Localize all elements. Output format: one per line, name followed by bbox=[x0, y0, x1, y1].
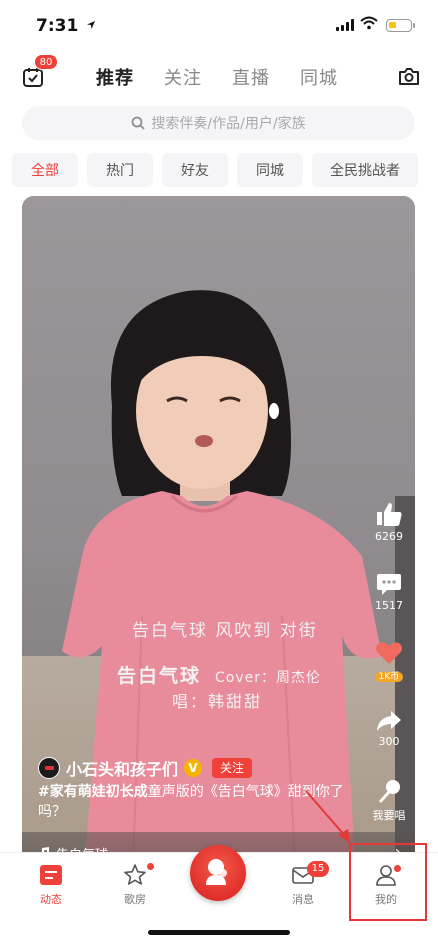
comment-button[interactable]: 1517 bbox=[366, 572, 412, 612]
like-count: 6269 bbox=[375, 530, 403, 543]
feed-icon bbox=[40, 865, 62, 885]
tab-local[interactable]: 同城 bbox=[300, 64, 338, 90]
messages-badge: 15 bbox=[307, 861, 329, 877]
like-button[interactable]: 6269 bbox=[366, 501, 412, 543]
comment-count: 1517 bbox=[375, 599, 403, 612]
star-icon bbox=[124, 864, 146, 885]
nav-ktv-room-label: 歌房 bbox=[124, 893, 146, 906]
sing-center-button[interactable] bbox=[190, 845, 246, 901]
share-icon bbox=[377, 711, 401, 731]
home-indicator bbox=[148, 930, 290, 935]
search-bar[interactable]: 搜索伴奏/作品/用户/家族 bbox=[22, 106, 415, 140]
chip-local[interactable]: 同城 bbox=[237, 153, 303, 187]
gift-button[interactable]: 1K币 bbox=[366, 640, 412, 682]
nav-feed-label: 动态 bbox=[40, 893, 62, 906]
tab-following[interactable]: 关注 bbox=[164, 64, 202, 90]
sing-label: 我要唱 bbox=[372, 809, 406, 822]
nav-messages[interactable]: 15 消息 bbox=[273, 861, 333, 907]
share-count: 300 bbox=[378, 735, 400, 748]
chip-friends[interactable]: 好友 bbox=[162, 153, 228, 187]
top-nav: 80 推荐 关注 直播 同城 bbox=[0, 54, 438, 98]
lyric-line: 告白气球 风吹到 对街 bbox=[132, 621, 318, 641]
status-bar: 7:31 bbox=[0, 0, 438, 50]
sing-button[interactable]: 我要唱 bbox=[366, 778, 412, 823]
thumbs-up-icon bbox=[377, 503, 402, 526]
status-time: 7:31 bbox=[36, 16, 79, 36]
author-name[interactable]: 小石头和孩子们 bbox=[66, 756, 178, 780]
nav-feed[interactable]: 动态 bbox=[21, 863, 81, 907]
chip-challenge[interactable]: 全民挑战者 bbox=[312, 153, 418, 187]
ktv-room-dot bbox=[147, 863, 154, 870]
lyric-cover: Cover：周杰伦 bbox=[215, 670, 322, 686]
annotation-highlight-box bbox=[349, 843, 427, 921]
lyric-title: 告白气球 bbox=[117, 665, 202, 687]
nav-messages-label: 消息 bbox=[292, 893, 314, 906]
tab-live[interactable]: 直播 bbox=[232, 64, 270, 90]
follow-button[interactable]: 关注 bbox=[212, 758, 253, 778]
nav-ktv-room[interactable]: 歌房 bbox=[105, 863, 165, 907]
search-placeholder: 搜索伴奏/作品/用户/家族 bbox=[151, 116, 306, 132]
tab-recommend[interactable]: 推荐 bbox=[96, 64, 134, 90]
category-chips: 全部 热门 好友 同城 全民挑战者 bbox=[12, 153, 418, 187]
description-tag[interactable]: #家有萌娃初长成 bbox=[38, 784, 148, 800]
lyric-singer: 唱：韩甜甜 bbox=[172, 692, 263, 711]
camera-icon[interactable] bbox=[398, 66, 420, 86]
signal-icon bbox=[336, 19, 354, 31]
comment-icon bbox=[377, 574, 401, 595]
chip-hot[interactable]: 热门 bbox=[87, 153, 153, 187]
verified-badge: V bbox=[184, 759, 203, 777]
wifi-icon bbox=[360, 16, 378, 30]
location-icon bbox=[87, 21, 95, 29]
author-row: 小石头和孩子们 V 关注 bbox=[38, 756, 253, 780]
lyric-song-title: 告白气球 Cover：周杰伦 bbox=[117, 661, 321, 688]
heart-gift-icon bbox=[376, 642, 402, 664]
calendar-badge: 80 bbox=[34, 54, 58, 70]
share-button[interactable]: 300 bbox=[366, 710, 412, 748]
sing-center-icon bbox=[206, 859, 227, 885]
gift-label: 1K币 bbox=[374, 672, 404, 682]
battery-icon bbox=[386, 19, 415, 32]
chip-all[interactable]: 全部 bbox=[12, 153, 78, 187]
search-icon bbox=[132, 116, 146, 130]
author-avatar[interactable] bbox=[38, 757, 60, 779]
microphone-icon bbox=[379, 780, 400, 803]
